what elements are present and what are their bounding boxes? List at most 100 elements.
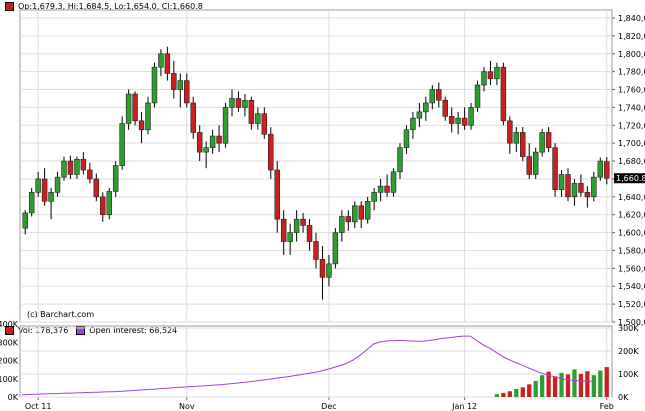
- volume-bar: [572, 369, 577, 397]
- candle-body: [604, 161, 610, 179]
- candle-body: [177, 80, 184, 90]
- candle-body: [184, 80, 190, 104]
- volume-bar: [604, 367, 609, 397]
- price-panel-frame: [19, 9, 613, 323]
- candle-body: [35, 178, 41, 193]
- candle-body: [578, 183, 584, 193]
- volume-bar: [598, 370, 603, 397]
- candle-body: [390, 171, 397, 193]
- candle-body: [293, 218, 300, 233]
- volume-tick-label: 100K: [618, 370, 639, 379]
- price-tick-label: 1,700,00: [618, 139, 645, 148]
- oi-tick-label: 200K: [0, 357, 19, 366]
- volume-tick-label: 0K: [618, 393, 629, 402]
- candle-body: [235, 98, 242, 108]
- volume-bar: [520, 387, 525, 397]
- candle-body: [209, 135, 216, 148]
- candle-body: [313, 241, 319, 260]
- price-tick-label: 1,580,00: [618, 246, 645, 255]
- candle-body: [591, 176, 597, 198]
- price-tick-label: 1,640,00: [618, 193, 645, 202]
- candle-body: [526, 156, 532, 175]
- candle-body: [255, 113, 261, 124]
- candle-body: [222, 107, 229, 144]
- volume-bar: [559, 372, 564, 397]
- candle-body: [261, 113, 268, 135]
- candle-body: [138, 120, 145, 131]
- price-tick-label: 1,600,00: [618, 229, 645, 238]
- price-tick-label: 1,680,00: [618, 157, 645, 166]
- candle-body: [520, 132, 526, 157]
- candle-body: [487, 71, 494, 80]
- volume-panel-frame: [19, 325, 613, 398]
- candle-body: [28, 192, 35, 214]
- candle-body: [119, 123, 125, 166]
- volume-bar: [527, 384, 532, 397]
- volume-bar: [540, 375, 545, 397]
- candle-body: [377, 185, 384, 193]
- price-tick-label: 1,560,00: [618, 264, 645, 273]
- volume-bar: [591, 375, 596, 397]
- candle-body: [319, 259, 326, 278]
- candle-body: [61, 160, 67, 178]
- candle-body: [93, 178, 100, 198]
- candle-body: [229, 98, 235, 108]
- price-tick-label: 1,740,00: [618, 103, 645, 112]
- candle-body: [196, 132, 203, 153]
- candle-body: [67, 160, 74, 175]
- volume-bar: [533, 380, 538, 397]
- candle-body: [455, 117, 461, 124]
- candle-body: [106, 191, 112, 216]
- volume-bar: [501, 392, 506, 397]
- candle-body: [171, 73, 177, 90]
- price-tick-label: 1,760,00: [618, 86, 645, 95]
- candle-body: [274, 169, 280, 220]
- candle-body: [403, 129, 410, 148]
- candle-body: [532, 151, 539, 175]
- price-tick-label: 1,520,00: [618, 300, 645, 309]
- oi-tick-label: 400K: [0, 320, 19, 329]
- candle-body: [507, 120, 513, 144]
- candle-body: [326, 263, 332, 278]
- candle-body: [481, 71, 487, 86]
- volume-bar: [494, 394, 500, 397]
- volume-tick-label: 300K: [618, 324, 639, 333]
- candle-body: [571, 183, 578, 198]
- date-tick-label: Jan 12: [451, 402, 477, 411]
- price-tick-label: 1,620,00: [618, 211, 645, 220]
- candle-body: [429, 89, 436, 104]
- candle-body: [216, 135, 222, 144]
- candle-body: [280, 218, 287, 242]
- candle-body: [80, 158, 87, 171]
- volume-bar: [552, 376, 558, 397]
- candle-body: [552, 147, 558, 190]
- candle-body: [74, 158, 80, 175]
- candle-body: [584, 192, 591, 198]
- candle-body: [352, 205, 358, 223]
- candle-body: [565, 174, 571, 198]
- candle-body: [268, 133, 274, 171]
- oi-tick-label: 300K: [0, 338, 19, 347]
- candle-body: [545, 132, 552, 148]
- candle-body: [164, 53, 171, 74]
- open-interest-line: [21, 335, 595, 396]
- candle-body: [468, 107, 474, 126]
- candle-body: [558, 174, 565, 190]
- price-tick-label: 1,780,00: [618, 68, 645, 77]
- candle-body: [41, 178, 48, 202]
- volume-bar: [507, 391, 512, 397]
- volume-bar: [585, 371, 590, 397]
- candle-body: [345, 216, 352, 223]
- candle-body: [48, 192, 54, 202]
- candle-body: [100, 196, 106, 216]
- candle-body: [397, 147, 403, 173]
- candle-body: [371, 192, 377, 202]
- date-tick-label: Nov: [179, 402, 195, 411]
- candle-body: [151, 66, 158, 104]
- volume-tick-label: 200K: [618, 347, 639, 356]
- candle-body: [306, 225, 313, 242]
- candle-body: [300, 218, 306, 226]
- price-tick-label: 1,720,00: [618, 121, 645, 130]
- candle-body: [448, 116, 455, 124]
- volume-bar: [578, 374, 584, 397]
